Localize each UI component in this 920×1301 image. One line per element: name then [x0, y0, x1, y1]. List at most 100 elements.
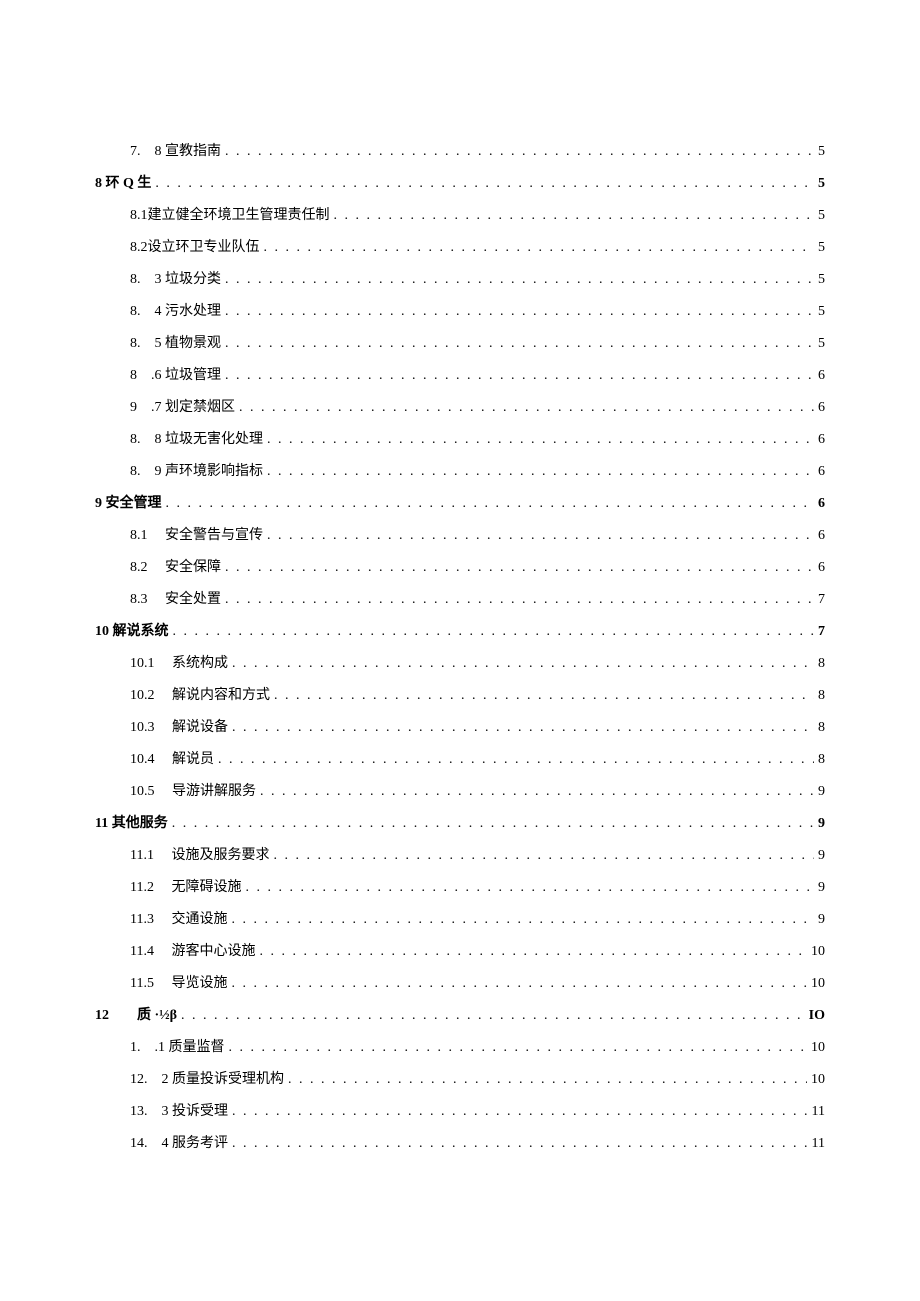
- toc-entry: 10 解说系统. . . . . . . . . . . . . . . . .…: [95, 620, 825, 640]
- toc-dots: . . . . . . . . . . . . . . . . . . . . …: [181, 1008, 805, 1024]
- toc-entry-number: 11 其他服务: [95, 812, 168, 832]
- toc-entry-page: 5: [818, 208, 825, 224]
- toc-entry-page: 7: [818, 624, 825, 640]
- toc-entry: 11.1 设施及服务要求. . . . . . . . . . . . . . …: [130, 844, 825, 864]
- toc-dots: . . . . . . . . . . . . . . . . . . . . …: [231, 912, 814, 928]
- toc-entry-title: 设立环卫专业队伍: [148, 236, 260, 256]
- toc-entry-page: 8: [818, 688, 825, 704]
- toc-dots: . . . . . . . . . . . . . . . . . . . . …: [232, 1136, 808, 1152]
- toc-dots: . . . . . . . . . . . . . . . . . . . . …: [260, 784, 814, 800]
- toc-dots: . . . . . . . . . . . . . . . . . . . . …: [274, 688, 814, 704]
- toc-entry: 8. 9 声环境影响指标. . . . . . . . . . . . . . …: [130, 460, 825, 480]
- toc-dots: . . . . . . . . . . . . . . . . . . . . …: [259, 944, 807, 960]
- toc-dots: . . . . . . . . . . . . . . . . . . . . …: [232, 1104, 808, 1120]
- toc-entry-number: 8: [130, 368, 137, 384]
- toc-dots: . . . . . . . . . . . . . . . . . . . . …: [225, 368, 814, 384]
- toc-entry-number: 1.: [130, 1040, 141, 1056]
- toc-entry-page: 5: [818, 176, 825, 192]
- toc-entry: 12. 2 质量投诉受理机构. . . . . . . . . . . . . …: [130, 1068, 825, 1088]
- toc-entry-number: 12: [95, 1008, 109, 1024]
- toc-entry: 12 质 ·½β. . . . . . . . . . . . . . . . …: [95, 1004, 825, 1024]
- toc-entry: 1. .1 质量监督. . . . . . . . . . . . . . . …: [130, 1036, 825, 1056]
- toc-dots: . . . . . . . . . . . . . . . . . . . . …: [267, 432, 814, 448]
- toc-entry-page: 5: [818, 336, 825, 352]
- toc-entry-title: 3 垃圾分类: [141, 268, 222, 288]
- toc-entry: 11.3 交通设施. . . . . . . . . . . . . . . .…: [130, 908, 825, 928]
- toc-entry-title: 设施及服务要求: [154, 844, 270, 864]
- toc-entry: 8. 3 垃圾分类. . . . . . . . . . . . . . . .…: [130, 268, 825, 288]
- toc-entry-number: 8.: [130, 304, 141, 320]
- toc-entry-title: .1 质量监督: [141, 1036, 225, 1056]
- toc-entry-page: 10: [811, 976, 825, 992]
- toc-entry-number: 8.: [130, 336, 141, 352]
- toc-dots: . . . . . . . . . . . . . . . . . . . . …: [273, 848, 814, 864]
- toc-entry-title: 2 质量投诉受理机构: [148, 1068, 285, 1088]
- toc-dots: . . . . . . . . . . . . . . . . . . . . …: [264, 240, 815, 256]
- toc-entry: 14. 4 服务考评. . . . . . . . . . . . . . . …: [130, 1132, 825, 1152]
- toc-dots: . . . . . . . . . . . . . . . . . . . . …: [225, 560, 814, 576]
- toc-entry-page: 6: [818, 400, 825, 416]
- toc-dots: . . . . . . . . . . . . . . . . . . . . …: [218, 752, 814, 768]
- toc-entry: 8.1 安全警告与宣传. . . . . . . . . . . . . . .…: [130, 524, 825, 544]
- toc-entry-number: 12.: [130, 1072, 148, 1088]
- toc-entry-page: 8: [818, 720, 825, 736]
- toc-dots: . . . . . . . . . . . . . . . . . . . . …: [267, 464, 814, 480]
- toc-entry-page: 11: [812, 1136, 825, 1152]
- toc-dots: . . . . . . . . . . . . . . . . . . . . …: [245, 880, 814, 896]
- toc-dots: . . . . . . . . . . . . . . . . . . . . …: [225, 144, 814, 160]
- toc-entry-number: 10.3: [130, 720, 155, 736]
- toc-entry: 13. 3 投诉受理. . . . . . . . . . . . . . . …: [130, 1100, 825, 1120]
- toc-entry-number: 13.: [130, 1104, 148, 1120]
- toc-entry-title: .7 划定禁烟区: [137, 396, 235, 416]
- toc-entry-number: 10.5: [130, 784, 155, 800]
- toc-entry-page: 5: [818, 144, 825, 160]
- toc-entry-number: 8.: [130, 432, 141, 448]
- toc-entry-page: 6: [818, 368, 825, 384]
- toc-dots: . . . . . . . . . . . . . . . . . . . . …: [155, 176, 814, 192]
- toc-dots: . . . . . . . . . . . . . . . . . . . . …: [225, 272, 814, 288]
- toc-entry-title: 游客中心设施: [154, 940, 256, 960]
- toc-entry-number: 8.: [130, 464, 141, 480]
- toc-entry: 11 其他服务. . . . . . . . . . . . . . . . .…: [95, 812, 825, 832]
- toc-entry-page: 6: [818, 496, 825, 512]
- toc-entry-number: 10.2: [130, 688, 155, 704]
- toc-entry-number: 8.: [130, 272, 141, 288]
- toc-entry-page: 6: [818, 432, 825, 448]
- toc-dots: . . . . . . . . . . . . . . . . . . . . …: [288, 1072, 807, 1088]
- toc-entry: 8. 5 植物景观. . . . . . . . . . . . . . . .…: [130, 332, 825, 352]
- toc-entry-number: 11.1: [130, 848, 154, 864]
- toc-entry-number: 8.1: [130, 528, 148, 544]
- toc-dots: . . . . . . . . . . . . . . . . . . . . …: [239, 400, 814, 416]
- toc-entry-page: 10: [811, 1072, 825, 1088]
- toc-entry-number: 9: [130, 400, 137, 416]
- toc-entry-title: 安全处置: [148, 588, 222, 608]
- toc-entry-number: 10.1: [130, 656, 155, 672]
- toc-entry-title: 8 垃圾无害化处理: [141, 428, 264, 448]
- toc-entry-title: 9 声环境影响指标: [141, 460, 264, 480]
- toc-entry: 8.3 安全处置. . . . . . . . . . . . . . . . …: [130, 588, 825, 608]
- toc-dots: . . . . . . . . . . . . . . . . . . . . …: [225, 304, 814, 320]
- toc-entry-page: 5: [818, 304, 825, 320]
- toc-dots: . . . . . . . . . . . . . . . . . . . . …: [267, 528, 814, 544]
- toc-entry-page: 7: [818, 592, 825, 608]
- toc-entry-page: 6: [818, 464, 825, 480]
- toc-dots: . . . . . . . . . . . . . . . . . . . . …: [229, 1040, 808, 1056]
- toc-entry-title: 导览设施: [154, 972, 228, 992]
- toc-entry-title: 导游讲解服务: [155, 780, 257, 800]
- toc-dots: . . . . . . . . . . . . . . . . . . . . …: [172, 816, 814, 832]
- toc-entry: 10.4 解说员. . . . . . . . . . . . . . . . …: [130, 748, 825, 768]
- toc-entry-number: 8.1: [130, 208, 148, 224]
- toc-entry-title: 解说设备: [155, 716, 229, 736]
- toc-dots: . . . . . . . . . . . . . . . . . . . . …: [225, 336, 814, 352]
- toc-entry-number: 10 解说系统: [95, 620, 169, 640]
- toc-entry-page: 5: [818, 272, 825, 288]
- toc-dots: . . . . . . . . . . . . . . . . . . . . …: [232, 656, 814, 672]
- toc-entry: 7. 8 宣教指南. . . . . . . . . . . . . . . .…: [130, 140, 825, 160]
- toc-entry: 11.4 游客中心设施. . . . . . . . . . . . . . .…: [130, 940, 825, 960]
- toc-entry: 10.3 解说设备. . . . . . . . . . . . . . . .…: [130, 716, 825, 736]
- toc-dots: . . . . . . . . . . . . . . . . . . . . …: [231, 976, 807, 992]
- toc-entry-number: 7.: [130, 144, 141, 160]
- toc-entry-number: 9 安全管理: [95, 492, 162, 512]
- toc-entry-title: 4 污水处理: [141, 300, 222, 320]
- toc-entry-number: 11.5: [130, 976, 154, 992]
